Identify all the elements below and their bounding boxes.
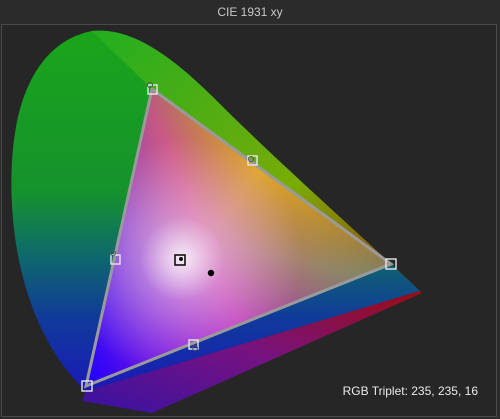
current-color-point [207, 269, 215, 277]
chromaticity-svg[interactable] [2, 25, 497, 417]
rgb-triplet-readout: RGB Triplet: 235, 235, 16 [342, 384, 478, 398]
white-point-dot [179, 257, 183, 261]
chromaticity-plot[interactable]: RGB Triplet: 235, 235, 16 [1, 24, 497, 417]
window-title: CIE 1931 xy [217, 5, 283, 19]
cie-diagram-window: CIE 1931 xy RGB Triplet: 235, 235, 16 [0, 0, 500, 419]
